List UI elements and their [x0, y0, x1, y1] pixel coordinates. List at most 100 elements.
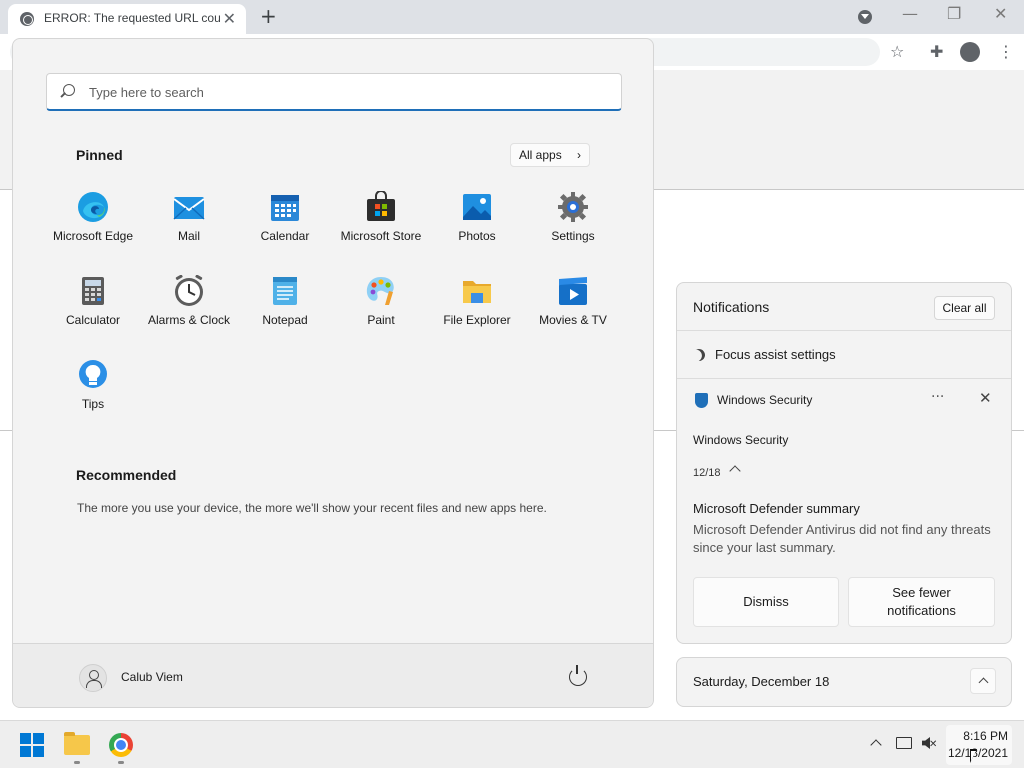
app-label: Notepad	[262, 313, 308, 327]
globe-icon	[20, 12, 34, 26]
start-menu: Pinned All apps › Microsoft Edge Mail	[12, 38, 654, 708]
chevron-up-icon[interactable]	[970, 668, 996, 694]
pinned-app-photos[interactable]: Photos	[429, 189, 525, 265]
running-indicator	[74, 761, 80, 764]
chevron-right-icon: ›	[577, 148, 581, 162]
dismiss-button[interactable]: Dismiss	[693, 577, 839, 627]
app-label: Photos	[458, 229, 496, 243]
profile-avatar-icon[interactable]	[960, 42, 980, 62]
browser-tab-title: ERROR: The requested URL could not be re…	[44, 11, 220, 25]
divider	[677, 330, 1011, 331]
search-input[interactable]	[89, 82, 609, 102]
bookmark-star-icon[interactable]: ☆	[890, 42, 904, 61]
notification-body: Microsoft Defender Antivirus did not fin…	[693, 522, 991, 555]
notification-date: 12/18	[693, 467, 721, 479]
tips-icon	[79, 360, 107, 388]
app-label: Movies & TV	[539, 313, 607, 327]
file-explorer-icon[interactable]	[64, 732, 90, 755]
start-search-box[interactable]	[46, 73, 622, 111]
notification-heading: Microsoft Defender summary	[693, 501, 860, 516]
notepad-icon	[273, 277, 297, 305]
user-name[interactable]: Calub Viem	[121, 670, 183, 684]
notification-center: Notifications Clear all Focus assist set…	[676, 282, 1012, 644]
app-label: Paint	[367, 313, 395, 327]
pinned-app-calculator[interactable]: Calculator	[45, 273, 141, 349]
browser-tabstrip: ERROR: The requested URL could not be re…	[0, 0, 1024, 34]
movies-icon	[559, 277, 587, 305]
user-avatar-icon[interactable]	[79, 664, 107, 692]
pinned-app-microsoft-edge[interactable]: Microsoft Edge	[45, 189, 141, 265]
pinned-app-calendar[interactable]: Calendar	[237, 189, 333, 265]
pinned-app-microsoft-store[interactable]: Microsoft Store	[333, 189, 429, 265]
browser-menu-icon[interactable]: ⋮	[998, 42, 1014, 61]
pinned-apps-grid: Microsoft Edge Mail Calendar Microsoft S…	[45, 189, 621, 449]
all-apps-label: All apps	[519, 148, 562, 162]
clock-time: 8:16 PM	[963, 729, 1008, 743]
taskbar-clock[interactable]: 8:16 PM 12/18/2021	[946, 725, 1012, 765]
photos-icon	[463, 194, 491, 220]
running-indicator	[118, 761, 124, 764]
new-tab-button[interactable]: +	[260, 4, 277, 28]
clock-icon	[175, 275, 203, 306]
app-label: Microsoft Store	[340, 229, 422, 243]
windows-start-icon[interactable]	[20, 733, 44, 757]
settings-icon	[558, 192, 588, 222]
restore-button[interactable]: ❐	[947, 4, 961, 23]
divider	[677, 378, 1011, 379]
calendar-icon	[271, 195, 299, 221]
app-label: Calculator	[65, 313, 121, 327]
pinned-app-tips[interactable]: Tips	[45, 357, 141, 433]
paint-icon	[366, 277, 394, 305]
recommended-text: The more you use your device, the more w…	[77, 501, 547, 515]
app-label: Calendar	[260, 229, 310, 243]
app-label: File Explorer	[443, 313, 511, 327]
clear-all-button[interactable]: Clear all	[934, 296, 995, 320]
calculator-icon	[82, 277, 104, 305]
tab-search-icon[interactable]	[858, 10, 872, 24]
pinned-app-file-explorer[interactable]: File Explorer	[429, 273, 525, 349]
mute-x-icon: ✕	[929, 739, 938, 750]
pinned-app-settings[interactable]: Settings	[525, 189, 621, 265]
extensions-icon[interactable]: ✚	[930, 42, 943, 61]
edge-icon	[78, 192, 108, 222]
notifications-title: Notifications	[693, 299, 770, 315]
taskbar: ✕ 8:16 PM 12/18/2021	[0, 720, 1024, 768]
app-label: Alarms & Clock	[147, 313, 230, 327]
moon-icon	[691, 347, 707, 363]
pinned-app-movies-tv[interactable]: Movies & TV	[525, 273, 621, 349]
all-apps-button[interactable]: All apps ›	[510, 143, 590, 167]
chrome-icon[interactable]	[109, 733, 133, 757]
notification-subtitle: Windows Security	[693, 433, 789, 447]
power-icon[interactable]	[569, 665, 587, 686]
recommended-title: Recommended	[76, 467, 177, 483]
see-fewer-notifications-button[interactable]: See fewer notifications	[848, 577, 995, 627]
more-options-icon[interactable]: ···	[931, 389, 944, 405]
pinned-app-mail[interactable]: Mail	[141, 189, 237, 265]
app-label: Tips	[81, 397, 105, 411]
store-icon	[367, 191, 395, 221]
app-label: Mail	[177, 229, 200, 243]
app-label: Settings	[551, 229, 595, 243]
pinned-app-alarms-clock[interactable]: Alarms & Clock	[141, 273, 237, 349]
search-icon	[63, 84, 75, 96]
folder-icon	[463, 281, 491, 303]
focus-assist-settings-link[interactable]: Focus assist settings	[715, 347, 836, 362]
tab-close-icon[interactable]: ✕	[223, 9, 236, 28]
close-icon[interactable]: ✕	[979, 389, 992, 407]
pinned-app-notepad[interactable]: Notepad	[237, 273, 333, 349]
start-footer: Calub Viem	[13, 643, 653, 707]
notification-app-name: Windows Security	[717, 393, 813, 407]
pinned-title: Pinned	[76, 147, 123, 163]
mail-icon	[173, 197, 205, 220]
browser-tab[interactable]: ERROR: The requested URL could not be re…	[8, 4, 246, 34]
chevron-up-icon[interactable]	[870, 739, 882, 751]
calendar-panel: Saturday, December 18	[676, 657, 1012, 707]
close-window-button[interactable]: ✕	[994, 4, 1007, 23]
shield-icon	[695, 393, 708, 408]
minimize-button[interactable]: —	[902, 4, 918, 23]
chevron-up-icon[interactable]	[729, 465, 741, 477]
network-icon[interactable]	[896, 737, 912, 749]
app-label: Microsoft Edge	[52, 229, 134, 243]
pinned-app-paint[interactable]: Paint	[333, 273, 429, 349]
mouse-cursor-icon	[970, 749, 977, 763]
